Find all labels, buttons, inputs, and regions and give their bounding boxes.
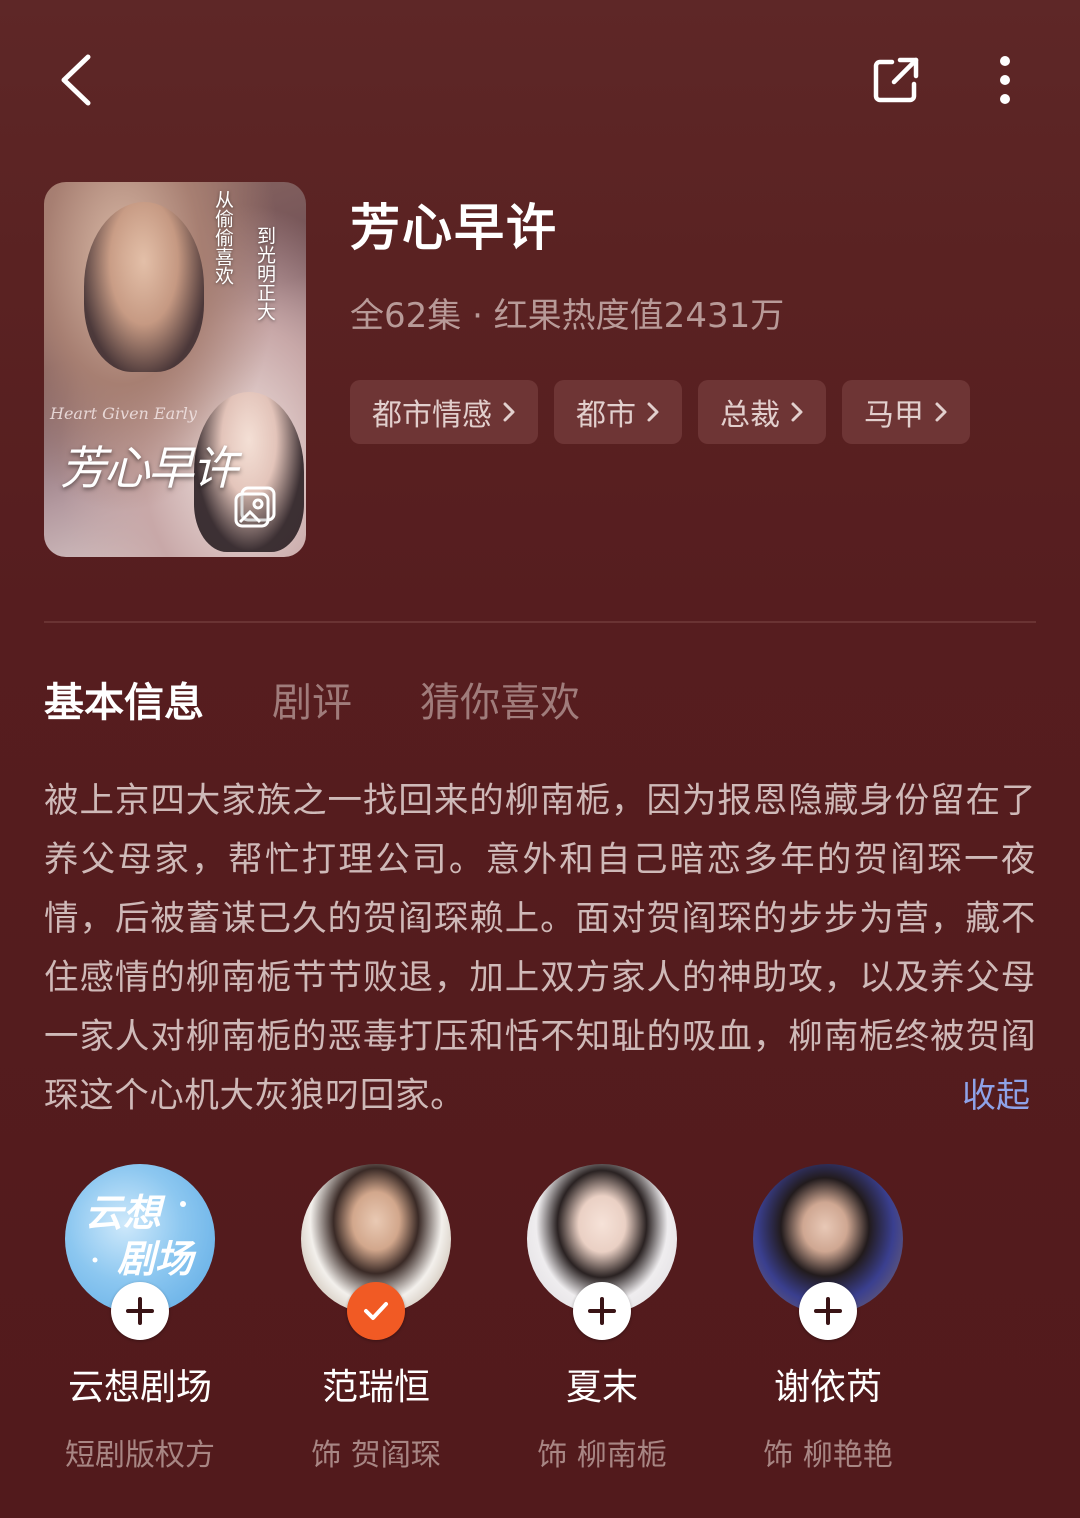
cast-name: 谢依芮 (773, 1367, 882, 1408)
cast-role: 短剧版权方 (65, 1438, 215, 1473)
poster-english-title: Heart Given Early (50, 404, 197, 423)
avatar[interactable] (753, 1164, 903, 1340)
follow-button[interactable] (573, 1282, 631, 1340)
cast-role: 饰 柳南栀 (537, 1438, 667, 1473)
more-vertical-icon (1000, 56, 1010, 104)
tag-chip[interactable]: 总裁 (698, 380, 826, 444)
plus-icon (588, 1297, 616, 1325)
cast-role: 饰 贺阎琛 (311, 1438, 441, 1473)
plus-icon (814, 1297, 842, 1325)
cast-item[interactable]: 范瑞恒 饰 贺阎琛 (266, 1164, 486, 1474)
drama-title: 芳心早许 (350, 199, 558, 257)
chevron-right-icon (503, 402, 515, 422)
plus-icon (126, 1297, 154, 1325)
chevron-right-icon (647, 402, 659, 422)
tag-list: 都市情感 都市 总裁 马甲 (350, 380, 970, 444)
followed-badge[interactable] (347, 1282, 405, 1340)
avatar[interactable] (301, 1164, 451, 1340)
chevron-left-icon (61, 54, 91, 106)
poster-tagline-1: 从偷偷喜欢 (212, 190, 234, 285)
tag-label: 都市 (576, 398, 636, 433)
tag-chip[interactable]: 都市 (554, 380, 682, 444)
chevron-right-icon (935, 402, 947, 422)
cast-item[interactable]: 谢依芮 饰 柳艳艳 (718, 1164, 938, 1474)
poster-title-art: 芳心早许 (60, 441, 238, 495)
avatar[interactable]: 云想 剧场 (65, 1164, 215, 1340)
svg-text:云想: 云想 (85, 1190, 166, 1235)
section-divider (44, 621, 1036, 623)
share-external-icon (873, 57, 919, 103)
back-button[interactable] (48, 50, 104, 110)
avatar[interactable] (527, 1164, 677, 1340)
cast-role: 饰 柳艳艳 (763, 1438, 893, 1473)
cast-item[interactable]: 云想 剧场 云想剧场 短剧版权方 (30, 1164, 250, 1474)
cast-item[interactable]: 夏末 饰 柳南栀 (492, 1164, 712, 1474)
check-icon (364, 1302, 388, 1320)
cast-name: 范瑞恒 (321, 1367, 430, 1408)
tab-reviews[interactable]: 剧评 (272, 670, 352, 728)
tag-chip[interactable]: 马甲 (842, 380, 970, 444)
poster-figure-male (84, 202, 204, 372)
follow-button[interactable] (799, 1282, 857, 1340)
cast-list: 云想 剧场 云想剧场 短剧版权方 范瑞恒 饰 贺阎琛 夏末 饰 柳南栀 谢依芮 … (0, 1164, 1080, 1484)
tab-bar: 基本信息 剧评 猜你喜欢 (44, 670, 648, 728)
gallery-icon[interactable] (232, 484, 278, 534)
poster-tagline-2: 到光明正大 (254, 226, 276, 321)
collapse-link[interactable]: 收起 (962, 1068, 1030, 1117)
synopsis-text: 被上京四大家族之一找回来的柳南栀，因为报恩隐藏身份留在了养父母家，帮忙打理公司。… (44, 781, 1036, 1116)
share-button[interactable] (866, 52, 928, 108)
tab-basic-info[interactable]: 基本信息 (44, 670, 204, 728)
more-button[interactable] (978, 50, 1032, 110)
drama-poster[interactable]: 从偷偷喜欢 到光明正大 Heart Given Early 芳心早许 (44, 182, 306, 557)
follow-button[interactable] (111, 1282, 169, 1340)
tag-chip[interactable]: 都市情感 (350, 380, 538, 444)
tab-recommendations[interactable]: 猜你喜欢 (420, 670, 580, 728)
chevron-right-icon (791, 402, 803, 422)
cast-name: 云想剧场 (67, 1367, 212, 1408)
cast-name: 夏末 (565, 1367, 638, 1408)
tag-label: 都市情感 (372, 398, 492, 433)
top-bar (0, 0, 1080, 160)
drama-meta: 全62集 · 红果热度值2431万 (350, 296, 785, 336)
svg-text:剧场: 剧场 (117, 1236, 197, 1281)
tag-label: 总裁 (720, 398, 780, 433)
tag-label: 马甲 (864, 398, 924, 433)
